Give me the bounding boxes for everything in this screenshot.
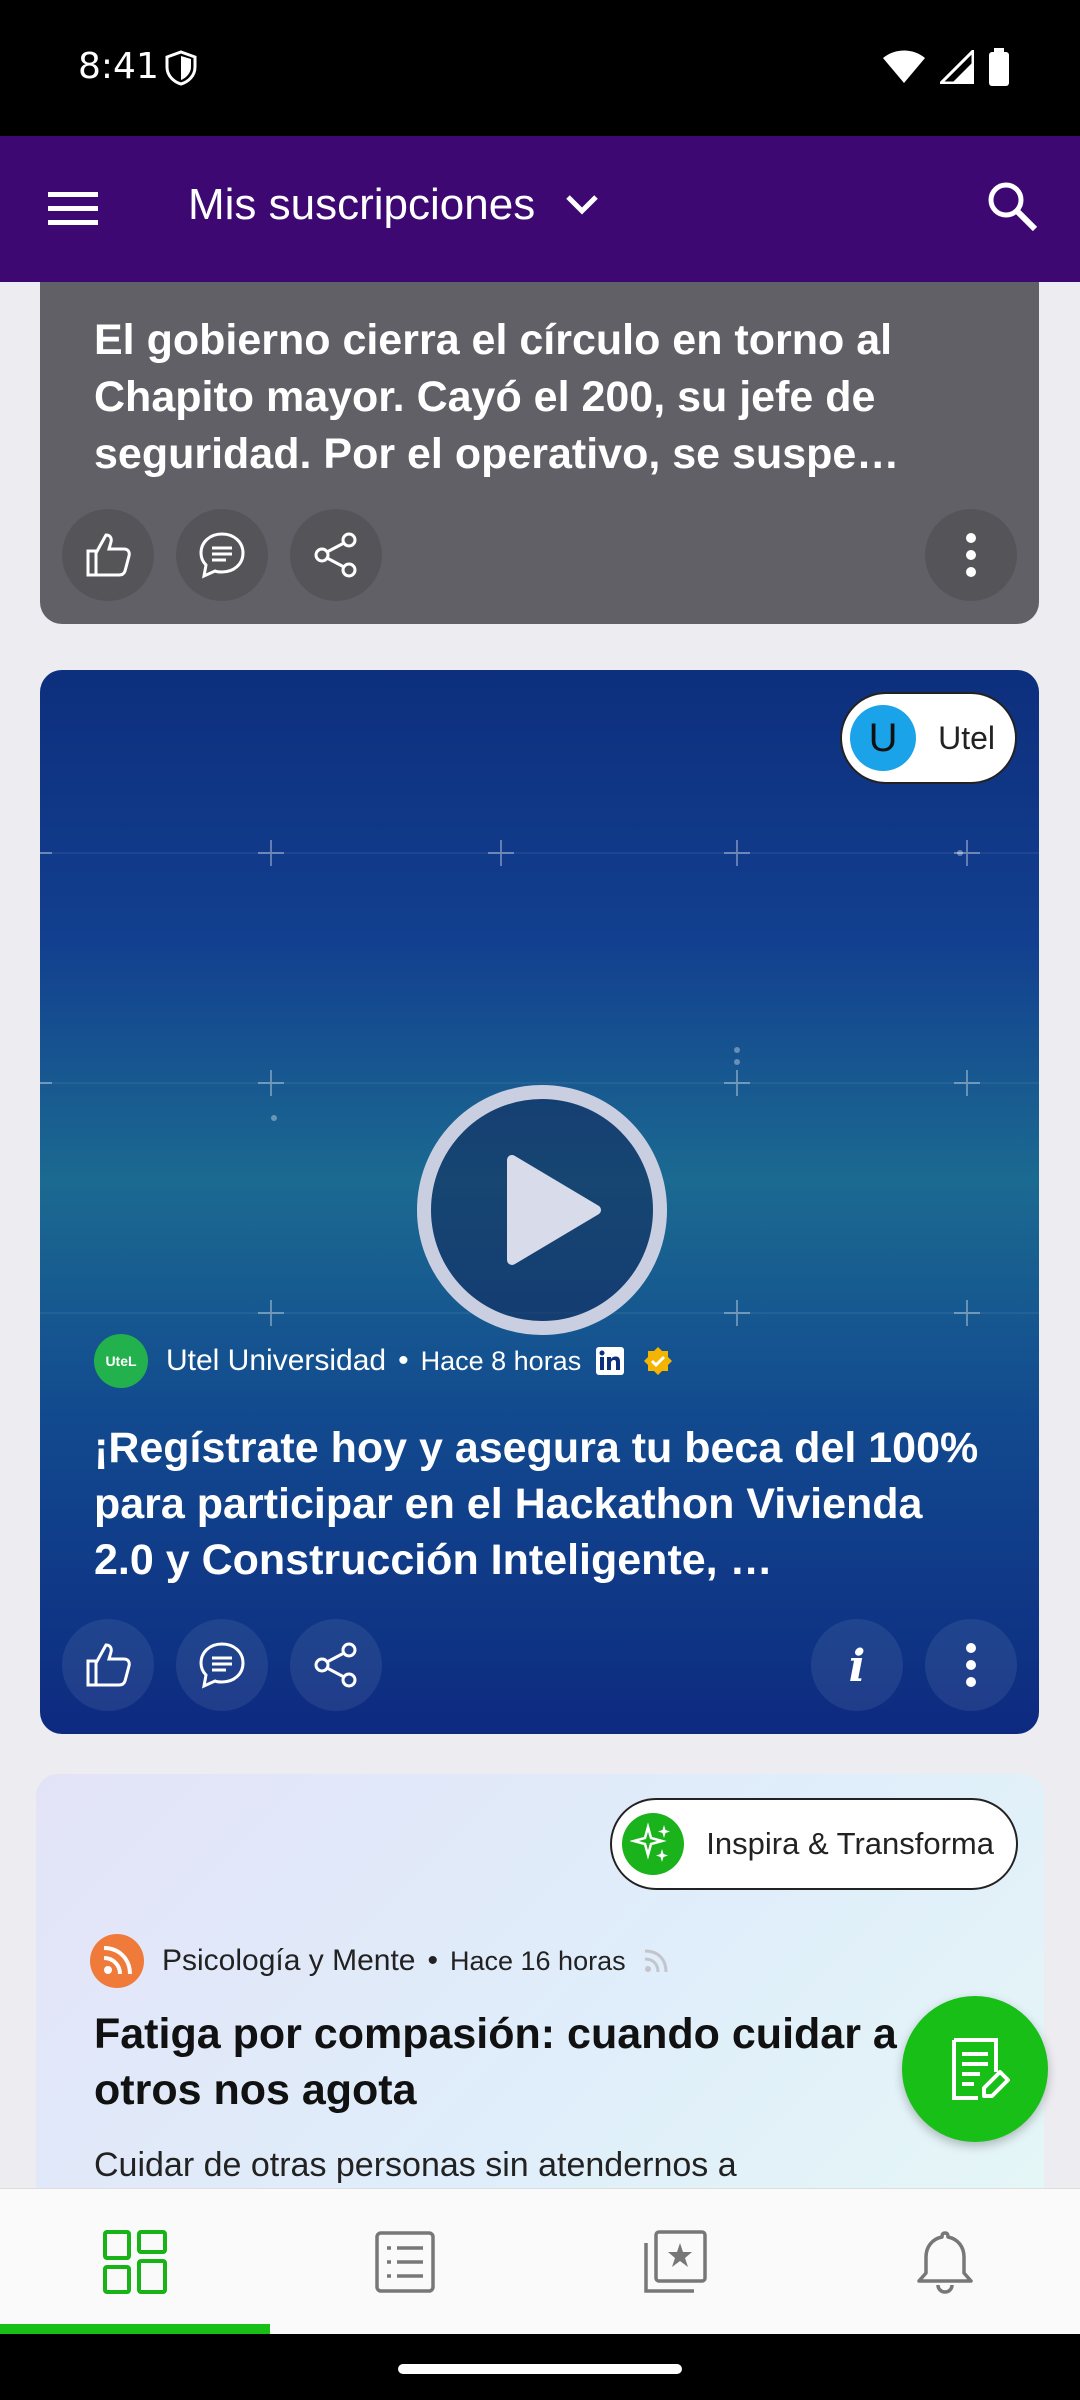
svg-text:i: i	[849, 1641, 866, 1691]
bottom-navigation	[0, 2188, 1080, 2334]
battery-icon	[989, 48, 1009, 86]
info-icon: i	[849, 1641, 866, 1691]
rss-logo	[90, 1934, 144, 1988]
share-button[interactable]	[290, 1619, 382, 1711]
source-name: Psicología y Mente	[162, 1944, 416, 1977]
like-button[interactable]	[62, 1619, 154, 1711]
more-options-button[interactable]	[925, 509, 1017, 601]
publisher-chip[interactable]: Inspira & Transforma	[610, 1798, 1018, 1890]
comment-button[interactable]	[176, 509, 268, 601]
comment-button[interactable]	[176, 1619, 268, 1711]
share-button[interactable]	[290, 509, 382, 601]
card-actions: i	[62, 1618, 1017, 1712]
share-icon	[314, 1642, 357, 1688]
post-time: Hace 16 horas	[449, 1945, 626, 1976]
card-source: Psicología y Mente • Hace 16 horas	[90, 1934, 670, 1988]
publisher-avatar	[622, 1813, 685, 1875]
card-source: UteL Utel Universidad • Hace 8 horas	[94, 1334, 673, 1388]
news-feed[interactable]: El gobierno cierra el círculo en torno a…	[0, 282, 1080, 2188]
list-icon	[375, 2230, 435, 2293]
hamburger-menu-icon[interactable]	[46, 182, 100, 236]
more-vertical-icon	[966, 1643, 976, 1687]
comment-icon	[199, 1642, 245, 1689]
app-bar: Mis suscripciones	[0, 136, 1080, 282]
gesture-navigation-bar	[0, 2334, 1080, 2400]
card-actions	[62, 508, 1017, 602]
comment-icon	[199, 532, 245, 579]
source-name: Utel Universidad	[166, 1344, 387, 1377]
play-button-icon[interactable]	[412, 1080, 672, 1340]
nav-tab-feed[interactable]	[0, 2189, 270, 2334]
publisher-chip[interactable]: U Utel	[840, 692, 1017, 784]
system-icons	[882, 48, 1010, 86]
share-icon	[314, 532, 357, 578]
page-title: Mis suscripciones	[188, 180, 536, 229]
publisher-chip-label: Inspira & Transforma	[706, 1826, 994, 1861]
post-time: Hace 8 horas	[420, 1345, 582, 1376]
more-options-button[interactable]	[925, 1619, 1017, 1711]
card-headline[interactable]: El gobierno cierra el círculo en torno a…	[94, 312, 987, 483]
chevron-down-icon	[566, 195, 598, 215]
info-button[interactable]: i	[811, 1619, 903, 1711]
publisher-chip-label: Utel	[938, 719, 995, 756]
card-summary: Cuidar de otras personas sin atendernos …	[94, 2146, 737, 2184]
sparkles-icon	[630, 1822, 671, 1862]
screen: 8:41 Mis suscripciones El gobierno cierr…	[0, 0, 1080, 2400]
nav-tab-saved[interactable]	[540, 2189, 810, 2334]
publisher-avatar: U	[850, 705, 917, 771]
news-card[interactable]: El gobierno cierra el círculo en torno a…	[40, 282, 1039, 624]
wifi-icon	[883, 50, 925, 83]
video-news-card[interactable]: U Utel UteL Utel Universidad • Hace 8 ho…	[40, 670, 1039, 1734]
bell-icon	[917, 2230, 973, 2294]
linkedin-icon	[596, 1347, 625, 1375]
signal-icon	[940, 50, 974, 84]
rss-icon	[103, 1946, 132, 1975]
status-time: 8:41	[78, 46, 159, 87]
more-vertical-icon	[966, 533, 976, 577]
separator: •	[427, 1944, 438, 1977]
home-gesture-handle[interactable]	[398, 2364, 682, 2374]
nav-tab-notifications[interactable]	[810, 2189, 1080, 2334]
compose-article-button[interactable]	[902, 1996, 1048, 2142]
card-headline[interactable]: ¡Regístrate hoy y asegura tu beca del 10…	[94, 1420, 987, 1588]
star-collection-icon	[644, 2229, 707, 2293]
news-card[interactable]: Inspira & Transforma Psicología y Mente …	[36, 1774, 1044, 2188]
card-headline[interactable]: Fatiga por compasión: cuando cuidar a ot…	[94, 2006, 924, 2118]
thumbs-up-icon	[86, 533, 131, 577]
thumbs-up-icon	[86, 1643, 131, 1687]
utel-logo: UteL	[94, 1334, 148, 1388]
like-button[interactable]	[62, 509, 154, 601]
status-bar: 8:41	[0, 0, 1080, 136]
grid-icon	[103, 2229, 167, 2294]
separator: •	[398, 1344, 409, 1377]
search-icon[interactable]	[982, 176, 1042, 236]
subscriptions-dropdown[interactable]: Mis suscripciones	[188, 180, 599, 230]
nav-tab-list[interactable]	[270, 2189, 540, 2334]
rss-feed-icon	[644, 1949, 668, 1973]
verified-badge-icon	[644, 1347, 673, 1375]
shield-icon	[165, 50, 197, 86]
article-edit-icon	[952, 2038, 1010, 2100]
